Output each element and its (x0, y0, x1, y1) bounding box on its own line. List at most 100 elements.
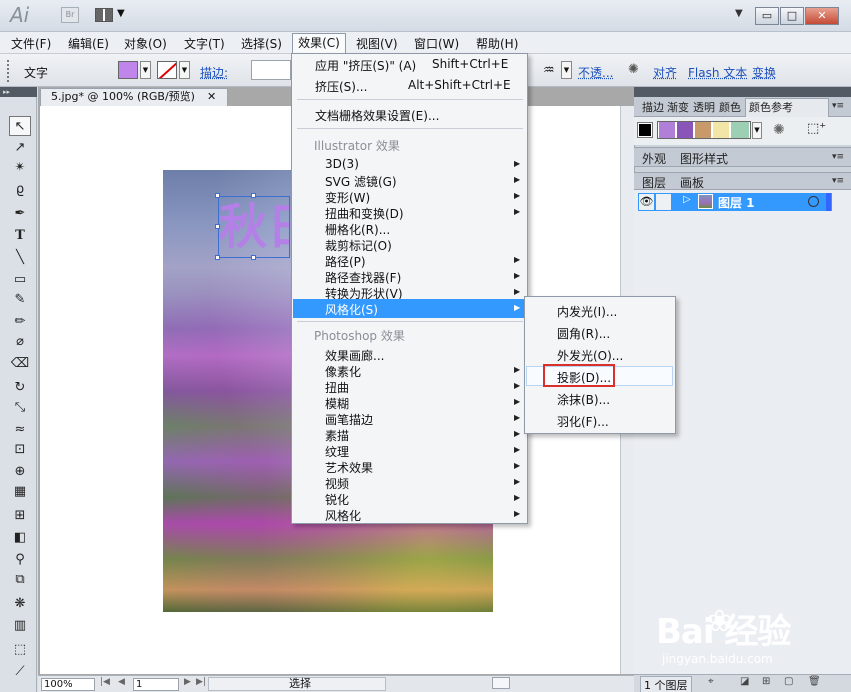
arrange-documents-icon[interactable] (95, 8, 113, 22)
menu-item-blur[interactable]: 模糊 (325, 395, 349, 412)
chevron-down-icon[interactable]: ▼ (561, 61, 572, 79)
eraser-tool-icon[interactable]: ⌫ (9, 354, 31, 374)
next-artboard-icon[interactable]: ▶ (184, 677, 191, 687)
menu-item-stylize[interactable]: 风格化(S) (325, 301, 378, 318)
tab-layers[interactable]: 图层 (642, 174, 666, 191)
menu-item-artistic[interactable]: 艺术效果 (325, 459, 373, 476)
menu-item-crop-marks[interactable]: 裁剪标记(O) (325, 237, 392, 254)
panel-menu-icon[interactable]: ▾≡ (832, 101, 844, 111)
menu-object[interactable]: 对象(O) (124, 35, 167, 52)
save-color-group-icon[interactable]: ⬚⁺ (807, 121, 826, 136)
direct-selection-tool-icon[interactable]: ↗ (9, 138, 31, 158)
mesh-tool-icon[interactable]: ⊞ (9, 506, 31, 526)
rectangle-tool-icon[interactable]: ▭ (9, 270, 31, 290)
bounding-box-handle[interactable] (251, 193, 256, 198)
close-button[interactable]: ✕ (805, 7, 839, 25)
lock-toggle[interactable] (656, 194, 671, 210)
free-transform-tool-icon[interactable]: ⊡ (9, 440, 31, 460)
chevron-down-icon[interactable]: ▼ (735, 8, 743, 19)
menu-item-texture[interactable]: 纹理 (325, 443, 349, 460)
document-tab[interactable]: 5.jpg* @ 100% (RGB/预览) (40, 88, 228, 106)
toolbox-collapse-icon[interactable]: ▸▸ (0, 87, 37, 97)
menu-item-pixelate[interactable]: 像素化 (325, 363, 361, 380)
grip-icon[interactable] (7, 60, 11, 82)
menu-item-brush-strokes[interactable]: 画笔描边 (325, 411, 373, 428)
paintbrush-tool-icon[interactable]: ✎ (9, 290, 31, 310)
base-color-swatch[interactable] (637, 122, 653, 138)
panel-collapse-bar[interactable] (634, 87, 851, 97)
menu-item-distort-transform[interactable]: 扭曲和变换(D) (325, 205, 404, 222)
align-link[interactable]: 对齐 (653, 64, 677, 81)
type-tool-icon[interactable]: T (9, 226, 31, 246)
new-layer-icon[interactable]: ▢ (784, 676, 793, 687)
edit-colors-icon[interactable]: ✺ (773, 122, 785, 138)
panel-menu-icon[interactable]: ▾≡ (832, 176, 844, 186)
menu-effect[interactable]: 效果(C) (292, 33, 346, 54)
tab-color-guide[interactable]: 颜色参考 (749, 99, 793, 115)
first-artboard-icon[interactable]: |◀ (100, 677, 110, 687)
selection-tool-icon[interactable]: ↖ (9, 116, 31, 136)
panel-menu-icon[interactable]: ▾≡ (832, 152, 844, 162)
chevron-down-icon[interactable]: ▼ (140, 61, 151, 79)
menu-file[interactable]: 文件(F) (11, 35, 51, 52)
menu-type[interactable]: 文字(T) (184, 35, 225, 52)
warp-tool-icon[interactable]: ≈ (9, 420, 31, 440)
magic-wand-tool-icon[interactable]: ✴ (9, 158, 31, 178)
last-artboard-icon[interactable]: ▶| (196, 677, 206, 687)
menu-item-sketch[interactable]: 素描 (325, 427, 349, 444)
guide-swatch[interactable] (659, 122, 675, 138)
column-graph-tool-icon[interactable]: ▥ (9, 616, 31, 636)
stroke-label[interactable]: 描边: (200, 64, 228, 81)
transform-link[interactable]: 变换 (752, 64, 776, 81)
menu-item-apply-last[interactable]: 应用 "挤压(S)" (A) (315, 57, 416, 74)
bridge-button[interactable]: Br (61, 7, 79, 23)
expand-arrow-icon[interactable]: ▷ (683, 194, 691, 205)
bounding-box-handle[interactable] (251, 255, 256, 260)
menu-edit[interactable]: 编辑(E) (68, 35, 109, 52)
new-sublayer-icon[interactable]: ⊞ (762, 676, 770, 687)
scale-tool-icon[interactable]: ⤡ (9, 398, 31, 418)
menu-item-3d[interactable]: 3D(3) (325, 157, 359, 171)
menu-item-warp[interactable]: 变形(W) (325, 189, 370, 206)
submenu-item-scribble[interactable]: 涂抹(B)... (557, 391, 610, 408)
selected-text-object[interactable]: 秋日 (218, 196, 290, 258)
lasso-tool-icon[interactable]: ϱ (9, 180, 31, 200)
brush-icon[interactable]: ♒ (543, 63, 555, 78)
submenu-item-inner-glow[interactable]: 内发光(I)... (557, 303, 617, 320)
tab-color[interactable]: 颜色 (719, 99, 741, 115)
horizontal-scroll-thumb[interactable] (492, 677, 510, 689)
fill-color-swatch[interactable] (118, 61, 138, 79)
artboard-select[interactable]: 1 (133, 678, 179, 691)
menu-select[interactable]: 选择(S) (241, 35, 282, 52)
zoom-select[interactable]: 100% (41, 678, 95, 691)
line-tool-icon[interactable]: ╲ (9, 248, 31, 268)
minimize-button[interactable]: ▭ (755, 7, 779, 25)
menu-window[interactable]: 窗口(W) (414, 35, 459, 52)
status-tool-label[interactable]: 选择 (208, 677, 386, 691)
gradient-tool-icon[interactable]: ◧ (9, 528, 31, 548)
tab-artboards[interactable]: 画板 (680, 174, 704, 191)
tab-stroke[interactable]: 描边 (642, 99, 664, 115)
chevron-down-icon[interactable]: ▼ (117, 8, 125, 19)
maximize-button[interactable]: □ (780, 7, 804, 25)
locate-object-icon[interactable]: ⌖ (708, 676, 714, 687)
recolor-icon[interactable]: ✺ (628, 62, 639, 77)
target-circle-icon[interactable] (808, 196, 819, 207)
pencil-tool-icon[interactable]: ✏ (9, 312, 31, 332)
artboard-tool-icon[interactable]: ⬚ (9, 640, 31, 660)
tab-graphic-styles[interactable]: 图形样式 (680, 150, 728, 167)
menu-item-last-effect[interactable]: 挤压(S)... (315, 78, 367, 95)
menu-help[interactable]: 帮助(H) (476, 35, 518, 52)
previous-artboard-icon[interactable]: ◀ (118, 677, 125, 687)
guide-swatch[interactable] (713, 122, 729, 138)
menu-item-path[interactable]: 路径(P) (325, 253, 366, 270)
blob-brush-tool-icon[interactable]: ⌀ (9, 332, 31, 352)
eyedropper-tool-icon[interactable]: ⚲ (9, 550, 31, 570)
menu-item-rasterize[interactable]: 栅格化(R)... (325, 221, 390, 238)
stroke-weight-input[interactable] (251, 60, 291, 80)
menu-item-effect-gallery[interactable]: 效果画廊... (325, 347, 384, 364)
menu-item-raster-settings[interactable]: 文档栅格效果设置(E)... (315, 107, 439, 124)
guide-swatch[interactable] (731, 122, 749, 138)
submenu-item-outer-glow[interactable]: 外发光(O)... (557, 347, 623, 364)
bounding-box-handle[interactable] (215, 255, 220, 260)
